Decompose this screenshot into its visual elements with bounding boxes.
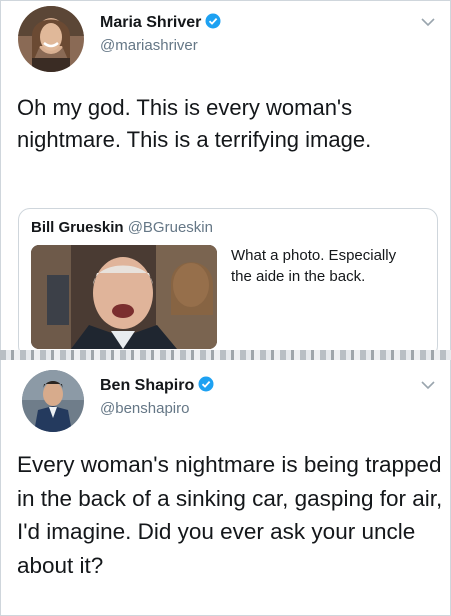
avatar-maria-shriver[interactable]: [18, 6, 84, 72]
author-name-text[interactable]: Maria Shriver: [100, 14, 201, 31]
author-name[interactable]: Ben Shapiro: [100, 376, 214, 397]
quoted-author[interactable]: Bill Grueskin @BGrueskin: [31, 219, 213, 236]
avatar-ben-shapiro[interactable]: [22, 370, 84, 432]
chevron-down-icon[interactable]: [421, 377, 435, 395]
quoted-tweet-text: What a photo. Especially the aide in the…: [231, 247, 397, 285]
author-handle[interactable]: @benshapiro: [100, 400, 189, 417]
verified-badge-icon: [205, 13, 221, 34]
author-handle[interactable]: @mariashriver: [100, 37, 198, 54]
quoted-photo[interactable]: [31, 245, 217, 349]
verified-badge-icon: [198, 376, 214, 397]
author-name[interactable]: Maria Shriver: [100, 13, 221, 34]
quoted-author-name[interactable]: Bill Grueskin: [31, 219, 124, 236]
tweet-divider: [0, 350, 451, 360]
tweet-ben-shapiro[interactable]: Ben Shapiro @benshapiro Every woman's ni…: [0, 360, 451, 616]
tweet-text: Every woman's nightmare is being trapped…: [17, 452, 443, 578]
author-name-text[interactable]: Ben Shapiro: [100, 377, 194, 394]
quoted-author-handle[interactable]: @BGrueskin: [128, 219, 213, 236]
tweet-maria-shriver[interactable]: Maria Shriver @mariashriver Oh my god. T…: [0, 0, 451, 358]
quoted-tweet[interactable]: Bill Grueskin @BGrueskin What a photo. E…: [18, 208, 438, 358]
tweet-text: Oh my god. This is every woman's nightma…: [17, 95, 372, 152]
chevron-down-icon[interactable]: [421, 14, 435, 32]
